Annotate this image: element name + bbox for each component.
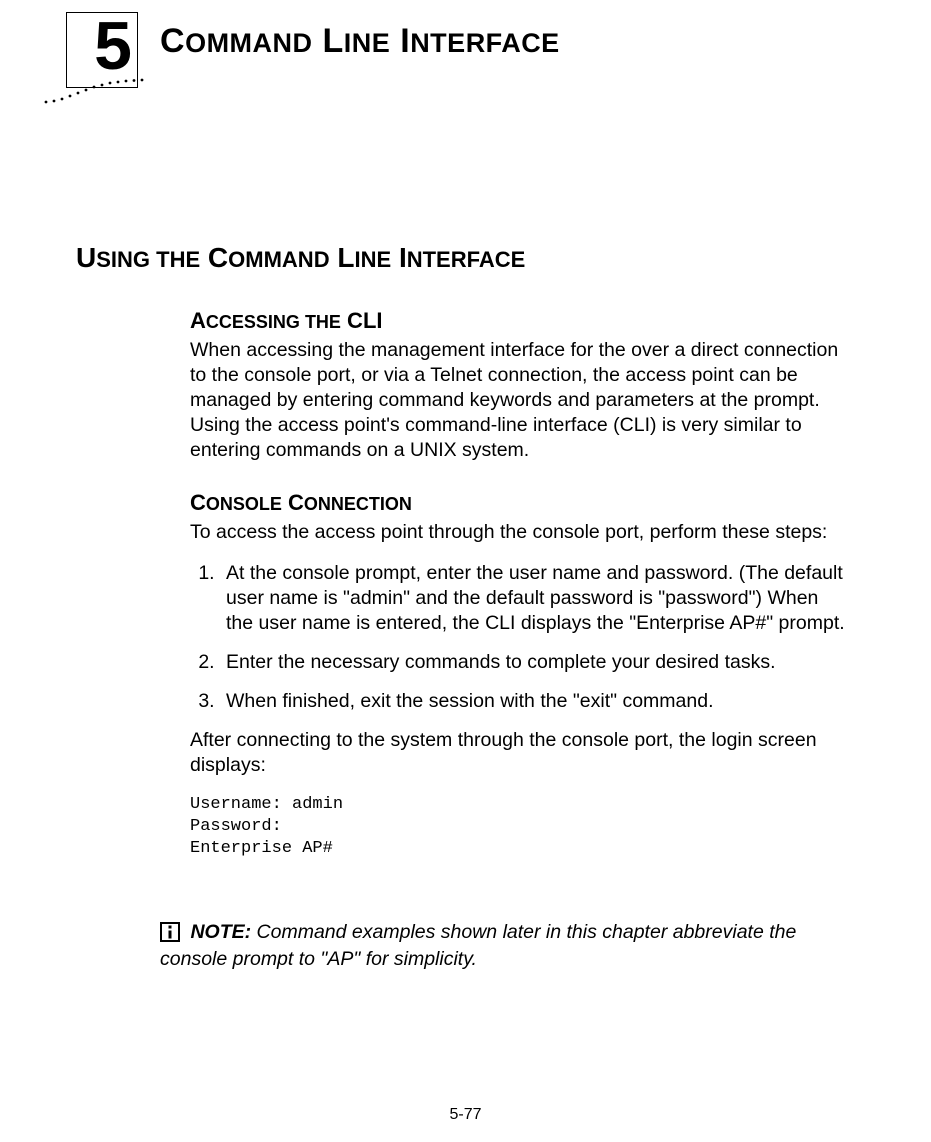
note-block: NOTE: Command examples shown later in th… [160, 920, 860, 972]
page: 5 COMMAND LINE INTERFACE USING THE COMMA… [0, 0, 931, 1142]
info-icon [160, 922, 180, 947]
note-label: NOTE: [190, 921, 251, 943]
chapter-title: COMMAND LINE INTERFACE [160, 22, 560, 61]
console-steps-list: At the console prompt, enter the user na… [190, 561, 850, 714]
subheading-console-connection: CONSOLE CONNECTION [190, 490, 850, 516]
list-item: Enter the necessary commands to complete… [220, 650, 850, 675]
decorative-dots-icon [40, 78, 150, 108]
subsection-console: CONSOLE CONNECTION To access the access … [190, 490, 850, 860]
chapter-number-box: 5 [66, 12, 138, 88]
section-heading: USING THE COMMAND LINE INTERFACE [76, 242, 525, 274]
subsection-accessing: ACCESSING THE CLI When accessing the man… [190, 308, 850, 479]
note-text: NOTE: Command examples shown later in th… [160, 921, 796, 970]
subheading-accessing-cli: ACCESSING THE CLI [190, 308, 850, 334]
console-after-text: After connecting to the system through t… [190, 728, 850, 778]
list-item: When finished, exit the session with the… [220, 689, 850, 714]
page-number: 5-77 [0, 1106, 931, 1124]
accessing-cli-paragraph: When accessing the management interface … [190, 338, 850, 463]
chapter-number: 5 [94, 7, 131, 85]
list-item: At the console prompt, enter the user na… [220, 561, 850, 636]
note-body: Command examples shown later in this cha… [160, 921, 796, 970]
login-screen-code: Username: admin Password: Enterprise AP# [190, 794, 850, 860]
console-intro: To access the access point through the c… [190, 520, 850, 545]
